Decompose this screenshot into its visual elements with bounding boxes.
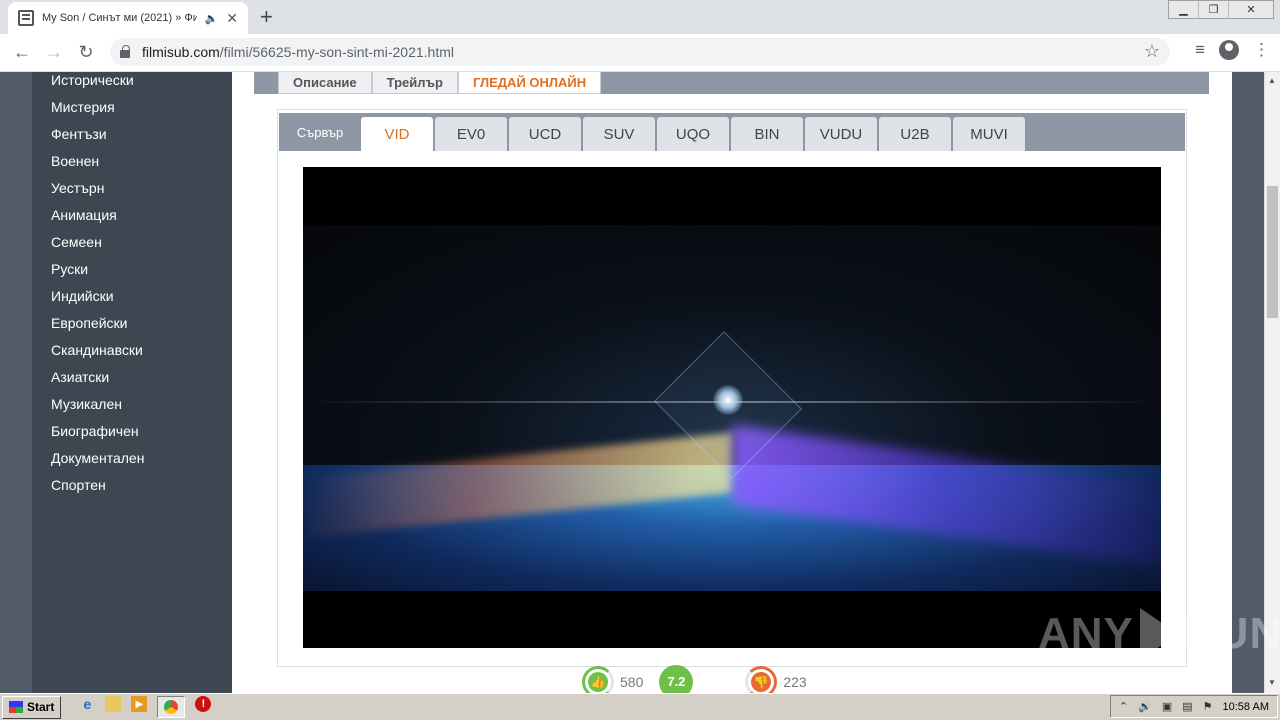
server-tab-bar: Сървър VID EV0 UCD SUV UQO BIN VUDU U2B …: [279, 113, 1185, 151]
power-icon[interactable]: ▤: [1182, 700, 1192, 713]
site-favicon-icon: [18, 10, 34, 26]
scroll-up-icon[interactable]: ▲: [1268, 76, 1276, 85]
address-bar[interactable]: filmisub.com/filmi/56625-my-son-sint-mi-…: [110, 38, 1170, 66]
server-tab-ev0[interactable]: EV0: [435, 117, 507, 151]
genre-item[interactable]: Документален: [32, 450, 232, 477]
start-label: Start: [27, 700, 55, 714]
browser-tab-strip: My Son / Синът ми (2021) » Фил 🔈 ✕ + ▁ ❐…: [0, 0, 1280, 34]
tab-description[interactable]: Описание: [278, 72, 372, 94]
forward-icon[interactable]: →: [38, 42, 70, 63]
page-right-margin: [1232, 72, 1264, 693]
likes-count: 580: [620, 673, 644, 690]
chrome-icon: [164, 700, 179, 714]
genre-item[interactable]: Фентъзи: [32, 126, 232, 153]
thumbs-down-icon: 👎: [751, 671, 772, 692]
rating-bar: 👍 580 7.2 👎 223: [582, 664, 807, 693]
server-tab-ucd[interactable]: UCD: [509, 117, 581, 151]
genre-sidebar: Исторически Мистерия Фентъзи Военен Уест…: [32, 72, 232, 693]
video-player[interactable]: [303, 167, 1161, 648]
server-tab-uqo[interactable]: UQO: [657, 117, 729, 151]
close-window-icon[interactable]: ✕: [1229, 1, 1273, 18]
server-tab-muvi[interactable]: MUVI: [953, 117, 1025, 151]
tab-watch-online[interactable]: ГЛЕДАЙ ОНЛАЙН: [457, 72, 602, 94]
url-path: /filmi/56625-my-son-sint-mi-2021.html: [219, 44, 454, 60]
start-button[interactable]: Start: [2, 695, 62, 719]
main-content: Описание Трейлър ГЛЕДАЙ ОНЛАЙН Сървър VI…: [232, 72, 1232, 693]
server-tab-bin[interactable]: BIN: [731, 117, 803, 151]
genre-item[interactable]: Биографичен: [32, 423, 232, 450]
window-controls: ▁ ❐ ✕: [1168, 0, 1274, 19]
network-icon[interactable]: ▣: [1162, 700, 1172, 713]
action-center-flag-icon[interactable]: ⚑: [1203, 700, 1213, 713]
genre-item[interactable]: Мистерия: [32, 99, 232, 126]
page-tab-bar: Описание Трейлър ГЛЕДАЙ ОНЛАЙН: [254, 72, 1209, 94]
back-icon[interactable]: ←: [6, 42, 38, 63]
like-button[interactable]: 👍: [582, 665, 614, 693]
server-tab-u2b[interactable]: U2B: [879, 117, 951, 151]
thumbs-up-icon: 👍: [588, 671, 608, 692]
anyrun-watermark: ANY RUN: [1038, 608, 1280, 660]
stop-icon[interactable]: !: [195, 696, 212, 712]
genre-item[interactable]: Европейски: [32, 315, 232, 342]
genre-item[interactable]: Семеен: [32, 234, 232, 261]
internet-explorer-icon[interactable]: e: [79, 696, 95, 712]
server-tab-vudu[interactable]: VUDU: [805, 117, 877, 151]
genre-item[interactable]: Азиатски: [32, 369, 232, 396]
close-tab-icon[interactable]: ✕: [226, 10, 238, 27]
dislike-button[interactable]: 👎: [745, 665, 778, 693]
windows-taskbar: Start e ▶ ! ⌃ 🔊 ▣ ▤ ⚑ 10:58 AM: [0, 693, 1280, 720]
scroll-down-icon[interactable]: ▼: [1268, 678, 1276, 687]
media-control-icon[interactable]: ≡: [1195, 40, 1205, 60]
genre-item[interactable]: Музикален: [32, 396, 232, 423]
browser-tab[interactable]: My Son / Синът ми (2021) » Фил 🔈 ✕: [8, 2, 248, 34]
volume-icon[interactable]: 🔊: [1138, 700, 1152, 713]
watermark-right: RUN: [1183, 609, 1280, 658]
browser-toolbar: ← → ↻ filmisub.com/filmi/56625-my-son-si…: [0, 34, 1280, 72]
minimize-icon[interactable]: ▁: [1169, 1, 1199, 18]
menu-dots-icon[interactable]: ⋮: [1253, 40, 1270, 60]
clock: 10:58 AM: [1222, 700, 1269, 713]
new-tab-icon[interactable]: +: [260, 4, 273, 30]
genre-item[interactable]: Исторически: [32, 72, 232, 99]
lock-icon: [120, 45, 130, 58]
genre-item[interactable]: Военен: [32, 153, 232, 180]
genre-item[interactable]: Руски: [32, 261, 232, 288]
bookmark-star-icon[interactable]: ☆: [1144, 41, 1160, 62]
url-host: filmisub.com: [142, 44, 220, 60]
page-viewport: Исторически Мистерия Фентъзи Военен Уест…: [0, 72, 1264, 693]
dislikes-count: 223: [783, 673, 807, 690]
page-scrollbar[interactable]: ▲ ▼: [1264, 72, 1280, 693]
reload-icon[interactable]: ↻: [70, 42, 102, 63]
browser-tab-title: My Son / Синът ми (2021) » Фил: [42, 12, 197, 24]
system-tray: ⌃ 🔊 ▣ ▤ ⚑ 10:58 AM: [1109, 695, 1278, 718]
toolbar-right: ≡ ⋮: [1195, 40, 1270, 60]
genre-item[interactable]: Уестърн: [32, 180, 232, 207]
restore-icon[interactable]: ❐: [1199, 1, 1229, 18]
video-frame: [303, 225, 1161, 591]
player-box: Сървър VID EV0 UCD SUV UQO BIN VUDU U2B …: [277, 109, 1187, 667]
genre-item[interactable]: Скандинавски: [32, 342, 232, 369]
server-label: Сървър: [296, 124, 344, 140]
genre-item[interactable]: Спортен: [32, 477, 232, 504]
play-triangle-icon: [1139, 608, 1178, 660]
page-left-margin: [0, 72, 32, 693]
folder-icon[interactable]: [105, 696, 122, 712]
windows-logo-icon: [9, 701, 23, 713]
quick-launch: e ▶ !: [79, 696, 212, 718]
chrome-taskbar-button[interactable]: [157, 696, 186, 718]
watermark-left: ANY: [1038, 609, 1134, 658]
lens-flare: [713, 385, 743, 415]
server-tab-vid[interactable]: VID: [361, 117, 433, 151]
rating-score: 7.2: [659, 664, 694, 693]
profile-avatar-icon[interactable]: [1219, 40, 1239, 60]
speaker-icon[interactable]: 🔈: [205, 12, 219, 25]
genre-item[interactable]: Анимация: [32, 207, 232, 234]
genre-item[interactable]: Индийски: [32, 288, 232, 315]
server-tab-suv[interactable]: SUV: [583, 117, 655, 151]
tray-expand-icon[interactable]: ⌃: [1119, 700, 1128, 713]
media-player-icon[interactable]: ▶: [131, 696, 148, 712]
genre-list: Исторически Мистерия Фентъзи Военен Уест…: [32, 72, 232, 504]
tab-trailer[interactable]: Трейлър: [371, 72, 458, 94]
scroll-thumb[interactable]: [1267, 186, 1278, 318]
